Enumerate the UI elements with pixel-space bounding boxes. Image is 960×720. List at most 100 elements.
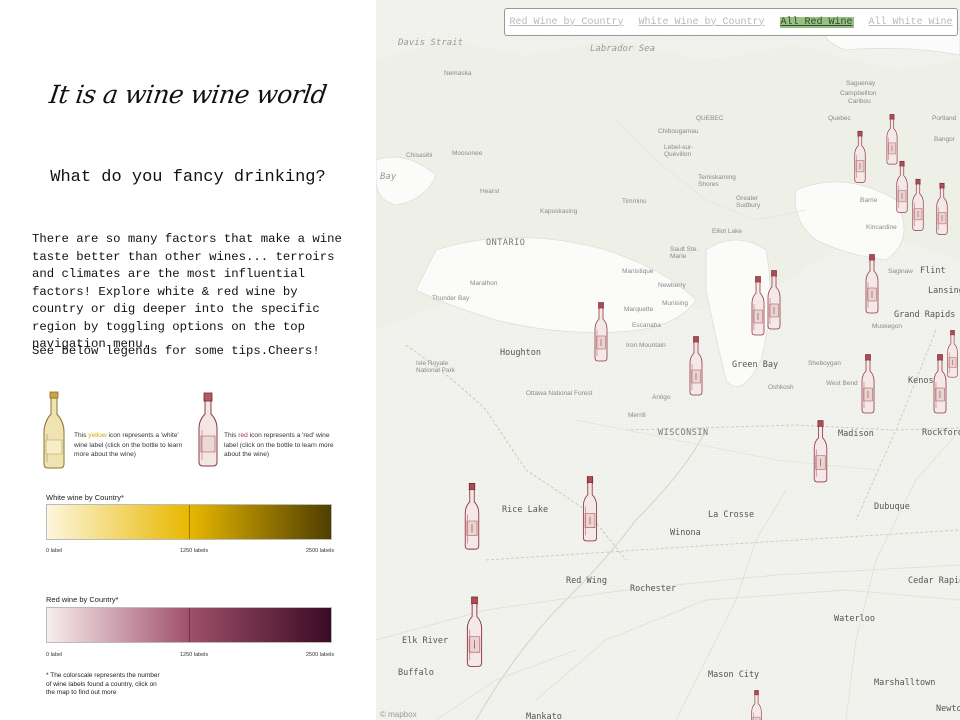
map-label-mankato: Mankato [526, 712, 562, 720]
red-wine-bottle-marker[interactable] [895, 160, 909, 214]
map-label-marathon: Marathon [470, 280, 498, 287]
map-label-greater-sudbury: Greater Sudbury [736, 195, 761, 209]
intro-description: There are so many factors that make a wi… [32, 232, 342, 351]
red-scale-tick-max: 2500 labels [306, 652, 335, 658]
red-wine-bottle-icon [198, 392, 218, 467]
white-icon-legend-text: This yellow icon represents a 'white' wi… [74, 431, 190, 460]
map-label-saginaw: Saginaw [888, 268, 913, 275]
map-label-la-crosse: La Crosse [708, 510, 755, 520]
map-label-escanaba: Escanaba [632, 322, 661, 329]
red-wine-bottle-marker[interactable] [864, 254, 880, 314]
map-label-saguenay: Saguenay [846, 80, 876, 87]
map-label-barrie: Barrie [860, 197, 878, 204]
page-title: It is a wine wine world [47, 80, 329, 109]
map-label-cedar-rapids: Cedar Rapid [908, 576, 960, 586]
map-label-elk-river: Elk River [402, 636, 449, 646]
map-label-munising: Munising [662, 300, 689, 307]
map-label-lebel: Lebel-sur-Quévillon [664, 144, 694, 158]
map-label-wisconsin: WISCONSIN [658, 428, 709, 438]
red-wine-bottle-marker[interactable] [935, 182, 949, 236]
red-wine-bottle-marker[interactable] [766, 270, 782, 330]
wine-map[interactable]: Davis Strait Labrador Sea Bay ONTARIO QU… [376, 0, 960, 720]
white-scale-tick-min: 0 label [46, 548, 63, 554]
red-scale-title: Red wine by Country* [46, 595, 119, 604]
white-scale-tick-max: 2500 labels [306, 548, 335, 554]
white-legend-prefix: This [74, 432, 89, 439]
map-label-antigo: Antigo [652, 394, 671, 401]
map-label-temiskaming: Temiskaming Shores [698, 174, 736, 188]
intro-panel: It is a wine wine world What do you fanc… [0, 0, 376, 720]
map-label-flint: Flint [920, 266, 946, 276]
map-label-winona: Winona [670, 528, 701, 538]
red-wine-bottle-marker[interactable] [688, 336, 704, 396]
red-wine-bottle-marker[interactable] [860, 354, 876, 414]
red-scale-tick-mid: 1250 labels [180, 652, 209, 658]
map-label-caribou: Caribou [848, 98, 871, 105]
map-label-hearst: Hearst [480, 188, 500, 195]
map-label-houghton: Houghton [500, 348, 541, 358]
red-wine-bottle-marker[interactable] [911, 178, 925, 232]
map-label-rockford: Rockford [922, 428, 960, 438]
top-navigation: Red Wine by Country White Wine by Countr… [504, 8, 958, 36]
red-wine-bottle-marker[interactable] [593, 302, 609, 362]
red-colorscale [46, 607, 332, 643]
colorscale-footnote: * The colorscale represents the number o… [46, 672, 160, 696]
map-label-chisasibi: Chisasibi [406, 152, 433, 159]
red-legend-highlight: red [238, 432, 248, 439]
red-icon-legend-text: This red icon represents a 'red' wine la… [224, 431, 342, 460]
map-label-elliot-lake: Elliot Lake [712, 228, 742, 235]
map-label-davis-strait: Davis Strait [398, 38, 464, 48]
map-label-sault: Sault Ste. Marie [670, 246, 699, 260]
map-label-mason-city: Mason City [708, 670, 760, 680]
tips-text: See below legends for some tips.Cheers! [32, 344, 320, 358]
page-subtitle: What do you fancy drinking? [50, 168, 326, 187]
nav-all-red-wine[interactable]: All Red Wine [779, 16, 854, 28]
map-label-dubuque: Dubuque [874, 502, 910, 512]
map-label-isle-royale: Isle Royale National Park [416, 360, 456, 374]
red-scale-tick-min: 0 label [46, 652, 63, 658]
map-label-bay: Bay [380, 172, 397, 182]
red-wine-bottle-marker[interactable] [465, 596, 484, 668]
nav-red-wine-by-country[interactable]: Red Wine by Country [509, 17, 623, 28]
white-colorscale [46, 504, 332, 540]
map-label-red-wing: Red Wing [566, 576, 607, 586]
map-label-oshkosh: Oshkosh [768, 384, 794, 391]
map-label-west-bend: West Bend [826, 380, 858, 387]
red-wine-bottle-marker[interactable] [885, 114, 899, 165]
map-label-bangor: Bangor [934, 136, 955, 143]
red-wine-bottle-marker[interactable] [463, 482, 481, 551]
map-label-manistique: Manistique [622, 268, 654, 275]
map-label-kapuskasing: Kapuskasing [540, 208, 578, 215]
red-wine-bottle-marker[interactable] [750, 690, 763, 720]
map-label-thunder-bay: Thunder Bay [432, 295, 470, 302]
map-label-newton: Newto [936, 704, 960, 714]
map-label-grand-rapids: Grand Rapids [894, 310, 956, 320]
red-legend-prefix: This [224, 432, 239, 439]
white-wine-bottle-icon [43, 391, 65, 469]
nav-all-white-wine[interactable]: All White Wine [869, 17, 953, 28]
map-label-portland: Portland [932, 115, 957, 122]
red-wine-bottle-marker[interactable] [581, 476, 599, 542]
white-legend-highlight: yellow [88, 432, 107, 439]
map-label-marquette: Marquette [624, 306, 654, 313]
white-scale-title: White wine by Country* [46, 493, 124, 502]
red-wine-bottle-marker[interactable] [750, 276, 766, 336]
red-wine-bottle-marker[interactable] [853, 130, 867, 184]
map-label-ontario: ONTARIO [486, 238, 526, 248]
map-label-muskegon: Muskegon [872, 323, 902, 330]
map-label-madison: Madison [838, 429, 874, 439]
red-wine-bottle-marker[interactable] [946, 330, 959, 378]
map-label-sheboygan: Sheboygan [808, 360, 841, 367]
map-label-labrador-sea: Labrador Sea [590, 44, 656, 54]
map-label-chibougamau: Chibougamau [658, 128, 699, 135]
map-label-nemaska: Nemaska [444, 70, 472, 77]
map-label-ottawa-nf: Ottawa National Forest [526, 390, 593, 397]
white-scale-tick-mid: 1250 labels [180, 548, 209, 554]
red-wine-bottle-marker[interactable] [812, 420, 829, 483]
mapbox-logo: © mapbox [380, 710, 417, 719]
map-label-marshalltown: Marshalltown [874, 678, 936, 688]
nav-white-wine-by-country[interactable]: White Wine by Country [638, 17, 764, 28]
map-label-newberry: Newberry [658, 282, 686, 289]
map-label-rochester: Rochester [630, 584, 677, 594]
map-label-merrill: Merrill [628, 412, 646, 419]
